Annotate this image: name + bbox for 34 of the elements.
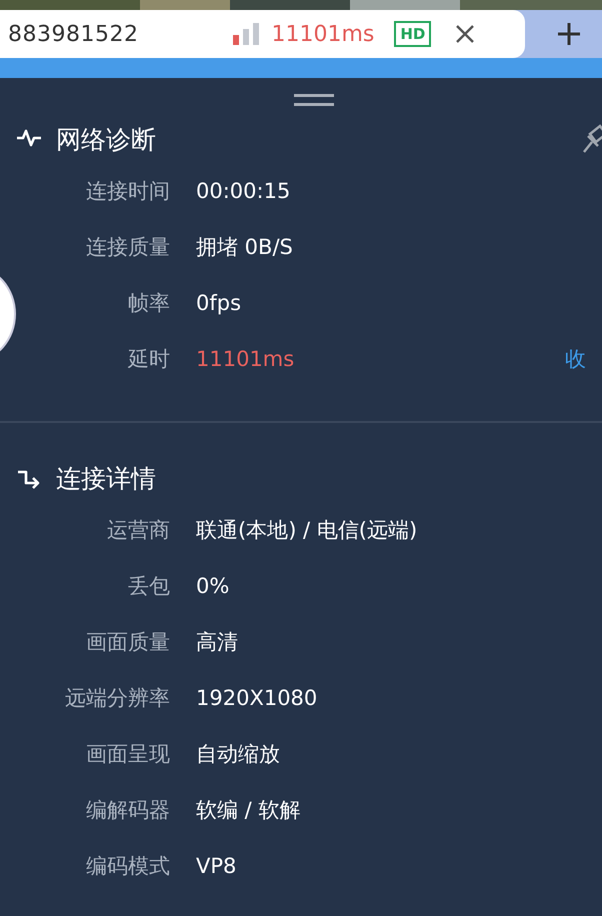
field-label: 连接质量 bbox=[85, 234, 170, 261]
field-label: 编解码器 bbox=[85, 797, 170, 824]
hd-badge: HD bbox=[394, 21, 432, 47]
field-label: 画面质量 bbox=[85, 629, 170, 656]
field-value: 11101ms bbox=[196, 347, 296, 371]
field-value: VP8 bbox=[196, 854, 238, 878]
section-title: 网络诊断 bbox=[56, 124, 156, 156]
section-title: 连接详情 bbox=[56, 462, 156, 494]
latency-text: 11101ms bbox=[271, 22, 374, 46]
field-label: 运营商 bbox=[106, 517, 170, 544]
pin-icon[interactable] bbox=[580, 122, 602, 154]
field-value: 0fps bbox=[196, 291, 242, 315]
field-value: 拥堵 0B/S bbox=[196, 234, 294, 261]
field-value: 高清 bbox=[196, 629, 239, 656]
field-label: 帧率 bbox=[127, 290, 170, 317]
field-label: 远端分辨率 bbox=[64, 685, 170, 712]
add-icon[interactable] bbox=[557, 22, 581, 46]
field-label: 连接时间 bbox=[85, 178, 170, 205]
field-label: 编码模式 bbox=[85, 853, 170, 880]
close-icon[interactable] bbox=[455, 24, 476, 44]
field-value: 0% bbox=[196, 574, 230, 598]
field-value: 软编 / 软解 bbox=[196, 797, 302, 824]
field-value: 1920X1080 bbox=[196, 686, 318, 710]
field-label: 丢包 bbox=[127, 573, 170, 600]
drag-handle-icon[interactable] bbox=[294, 94, 334, 106]
field-label: 延时 bbox=[126, 346, 170, 373]
collapse-link[interactable]: 收 bbox=[565, 345, 602, 373]
session-id: 883981522 bbox=[8, 22, 138, 46]
field-value: 00:00:15 bbox=[196, 179, 292, 203]
signal-icon bbox=[233, 23, 260, 45]
field-value: 联通(本地) / 电信(远端) bbox=[196, 517, 418, 544]
session-tab[interactable]: 883981522 11101ms HD bbox=[0, 10, 525, 58]
field-label: 画面呈现 bbox=[85, 741, 170, 768]
field-value: 自动缩放 bbox=[196, 741, 281, 768]
